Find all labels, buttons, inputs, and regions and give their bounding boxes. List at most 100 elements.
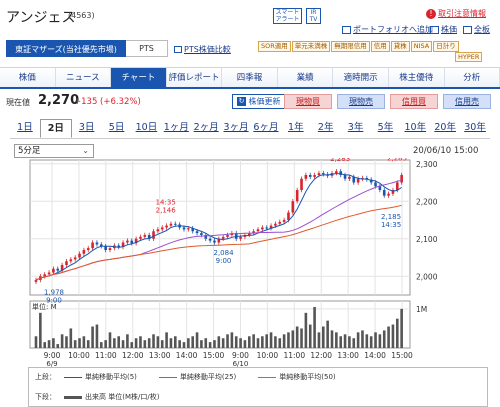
- chart-datetime: 20/06/10 15:00: [413, 146, 479, 156]
- volume-bar: [291, 330, 295, 348]
- volume-bar: [234, 336, 238, 348]
- annotation-label: 2,283: [330, 158, 350, 163]
- nav-report[interactable]: 評価レポート: [166, 68, 223, 87]
- legend-ma5: 単純移動平均(5): [85, 373, 137, 381]
- tag-odd-lot: 単元未満株: [291, 41, 331, 52]
- interval-select[interactable]: 5分足 ⌄: [14, 144, 94, 158]
- annotation-label: 2,185: [381, 213, 401, 221]
- legend-lower-row: 下段： 出来高 単位(M株/口/枚): [35, 392, 159, 402]
- smart-alert-button[interactable]: スマート アラート: [273, 8, 302, 24]
- volume-bar: [335, 332, 338, 348]
- cash-sell-button[interactable]: 現物売: [337, 94, 385, 109]
- volume-bar: [274, 336, 277, 348]
- pts-compare-link[interactable]: PTS株価比較: [174, 44, 231, 55]
- ir-tv-button[interactable]: IR TV: [306, 8, 321, 24]
- refresh-icon: ↻: [237, 97, 246, 106]
- stock-price-link[interactable]: 株価: [430, 24, 457, 35]
- period-10y[interactable]: 10年: [400, 119, 430, 138]
- candle-body: [304, 175, 308, 179]
- candle-body: [213, 240, 216, 243]
- candle-body: [313, 175, 316, 177]
- period-5y[interactable]: 5年: [371, 119, 401, 138]
- volume-bar: [39, 312, 42, 348]
- candle-body: [278, 221, 282, 224]
- period-1m[interactable]: 1ヶ月: [161, 119, 191, 138]
- period-5d[interactable]: 5日: [102, 119, 132, 138]
- nav-shikiho[interactable]: 四季報: [222, 68, 278, 87]
- volume-bar: [361, 330, 364, 348]
- candle-body: [300, 178, 303, 190]
- x-tick-label: 9:00: [44, 351, 61, 360]
- period-3y[interactable]: 3年: [341, 119, 371, 138]
- pts-compare-label: PTS株価比較: [184, 45, 231, 54]
- full-board-link[interactable]: 全板: [463, 24, 490, 35]
- candle-body: [139, 236, 142, 239]
- period-2y[interactable]: 2年: [311, 119, 341, 138]
- service-tags-row2: HYPER: [455, 52, 483, 62]
- stock-price-label: 株価: [441, 25, 457, 34]
- candle-body: [187, 228, 190, 230]
- nav-disclosure[interactable]: 適時開示: [333, 68, 389, 87]
- candle-body: [143, 235, 147, 237]
- period-20y[interactable]: 20年: [430, 119, 460, 138]
- refresh-price-button[interactable]: ↻ 株価更新: [232, 94, 286, 109]
- ma5-line-swatch: [64, 376, 82, 378]
- margin-buy-button[interactable]: 信用買: [390, 94, 438, 109]
- volume-bar: [200, 340, 203, 348]
- service-tags-row1: SOR適用 単元未満株 無期限信用 信用 貸株 NISA 日計り: [258, 41, 459, 52]
- candle-body: [287, 212, 290, 220]
- volume-bar: [208, 342, 212, 348]
- volume-bar: [230, 332, 234, 348]
- volume-bar: [378, 334, 382, 348]
- candle-body: [34, 280, 38, 282]
- x-tick-label: 13:00: [337, 351, 359, 360]
- chart-legend: 上段： 単純移動平均(5) 単純移動平均(25) 単純移動平均(50) 下段： …: [28, 367, 488, 407]
- volume-bar: [300, 328, 303, 348]
- period-30y[interactable]: 30年: [460, 119, 490, 138]
- legend-ma50: 単純移動平均(50): [279, 373, 336, 381]
- nav-earnings[interactable]: 業績: [277, 68, 334, 87]
- nav-analysis[interactable]: 分析: [444, 68, 500, 87]
- trade-caution-link[interactable]: ! 取引注意情報: [426, 8, 486, 19]
- volume-bar: [374, 332, 377, 348]
- candle-body: [56, 268, 60, 271]
- volume-bar: [295, 326, 299, 348]
- volume-bar: [365, 334, 369, 348]
- period-10d[interactable]: 10日: [132, 119, 162, 138]
- volume-bar: [356, 332, 360, 348]
- volume-bar: [304, 312, 308, 348]
- period-1y[interactable]: 1年: [281, 119, 311, 138]
- volume-bar: [95, 324, 99, 348]
- price-tick-label: 2,100: [416, 235, 438, 244]
- annotation-label: 9:00: [46, 297, 62, 305]
- price-icon: [430, 25, 439, 34]
- volume-bar: [130, 342, 134, 348]
- period-2m[interactable]: 2ヶ月: [191, 119, 221, 138]
- volume-bar: [269, 332, 273, 348]
- nav-news[interactable]: ニュース: [55, 68, 112, 87]
- price-chart: 2,3002,2002,1002,0001M単位: M9:00 10:00 11:0…: [29, 158, 438, 368]
- volume-bar: [313, 306, 316, 348]
- market-tab-mothers[interactable]: 東証マザーズ(当社優先市場): [6, 40, 126, 57]
- market-tab-pts[interactable]: PTS: [126, 40, 168, 57]
- period-3m[interactable]: 3ヶ月: [221, 119, 251, 138]
- candle-body: [256, 229, 260, 232]
- nav-chart[interactable]: チャート: [111, 68, 167, 87]
- add-portfolio-link[interactable]: ポートフォリオへ追加: [342, 24, 433, 35]
- nav-price[interactable]: 株価: [0, 68, 56, 87]
- nav-benefits[interactable]: 株主優待: [388, 68, 445, 87]
- period-2d[interactable]: 2日: [39, 119, 72, 138]
- x-tick-label: 11:00: [95, 351, 117, 360]
- volume-bar: [78, 338, 81, 348]
- cash-buy-button[interactable]: 現物買: [284, 94, 332, 109]
- period-1d[interactable]: 1日: [10, 119, 40, 138]
- margin-sell-button[interactable]: 信用売: [443, 94, 491, 109]
- tag-unlimited-margin: 無期限信用: [331, 41, 370, 52]
- period-3d[interactable]: 3日: [72, 119, 102, 138]
- period-6m[interactable]: 6ヶ月: [251, 119, 281, 138]
- x-tick-label: 15:00: [391, 351, 413, 360]
- candle-body: [321, 173, 325, 175]
- volume-tick-label: 1M: [416, 305, 427, 314]
- candle-body: [78, 253, 81, 258]
- candle-body: [82, 250, 86, 254]
